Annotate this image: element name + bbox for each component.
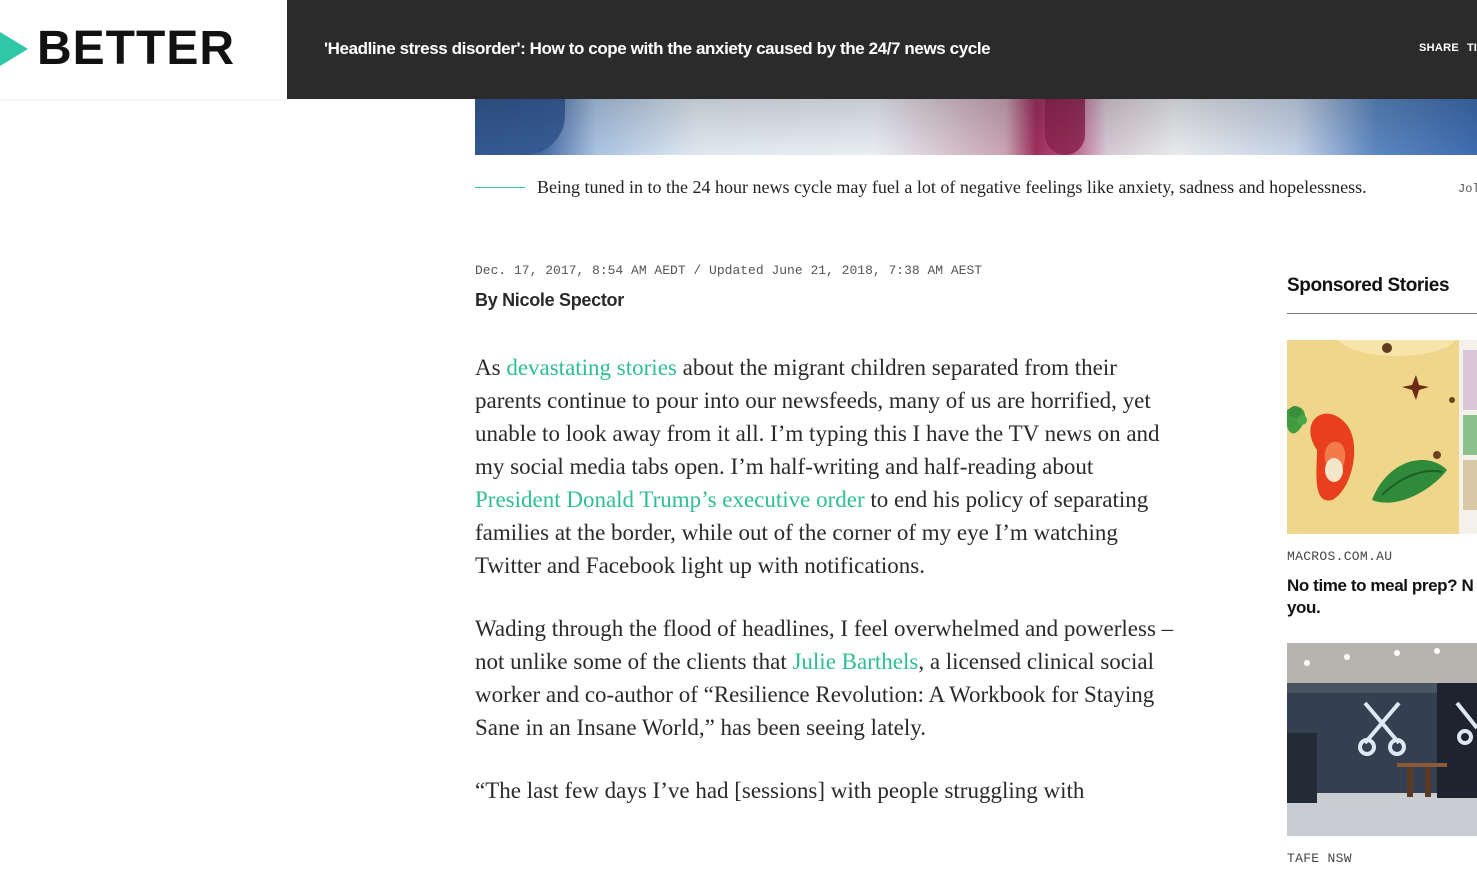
food-illustration-icon (1287, 340, 1477, 534)
article-byline[interactable]: By Nicole Spector (475, 290, 624, 311)
article-title: 'Headline stress disorder': How to cope … (324, 39, 991, 58)
inline-link[interactable]: Julie Barthels (792, 649, 918, 674)
sticky-title-bar: 'Headline stress disorder': How to cope … (287, 0, 1477, 99)
sponsored-card-title[interactable]: No time to meal prep? N you. (1287, 575, 1477, 619)
brand-mark-icon (0, 32, 28, 66)
paragraph: “The last few days I’ve had [sessions] w… (475, 778, 1085, 803)
sponsored-card-image[interactable] (1287, 340, 1477, 534)
sponsor-source: TAFE NSW (1287, 851, 1352, 866)
brand-logo[interactable]: BETTER (0, 0, 287, 99)
inline-link[interactable]: devastating stories (506, 355, 677, 380)
hero-image-shade (475, 99, 1477, 155)
sponsor-source: MACROS.COM.AU (1287, 549, 1393, 564)
inline-link[interactable]: President Donald Trump’s executive order (475, 487, 865, 512)
brand-wordmark: BETTER (37, 22, 235, 75)
share-button[interactable]: SHARE (1419, 42, 1459, 54)
paragraph: As devastating stories about the migrant… (475, 351, 1175, 582)
paragraph-text: As (475, 355, 507, 380)
paragraph: Wading through the flood of headlines, I… (475, 612, 1175, 744)
sponsored-stories-heading: Sponsored Stories (1287, 275, 1450, 296)
hero-caption: Being tuned in to the 24 hour news cycle… (537, 177, 1367, 197)
next-nav-button[interactable]: TI (1467, 42, 1477, 54)
caption-accent-line (475, 187, 525, 188)
salon-photo-icon (1287, 643, 1477, 836)
article-dateline: Dec. 17, 2017, 8:54 AM AEDT / Updated Ju… (475, 263, 983, 278)
article-body: As devastating stories about the migrant… (475, 351, 1175, 837)
divider (1287, 313, 1477, 314)
site-header: BETTER 'Headline stress disorder': How t… (0, 0, 1477, 99)
photo-credit: Jol (1458, 182, 1477, 196)
hero-image (475, 99, 1477, 155)
sponsored-card-image[interactable] (1287, 643, 1477, 836)
